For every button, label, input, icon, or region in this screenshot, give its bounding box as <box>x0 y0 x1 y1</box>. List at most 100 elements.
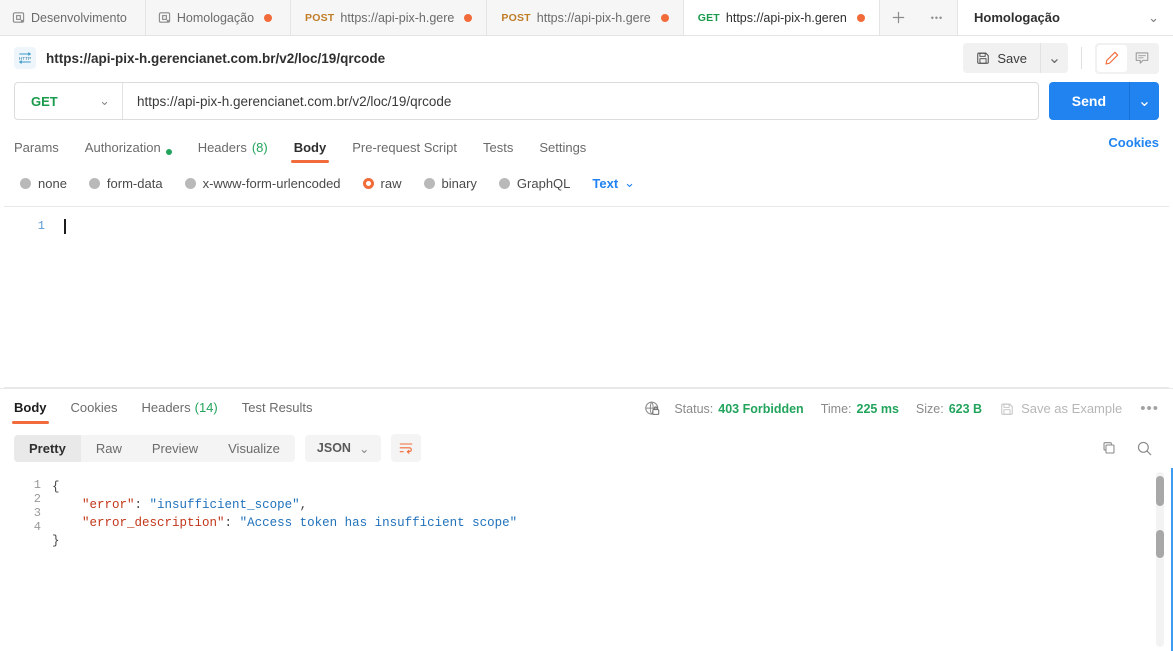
tab-label: Headers <box>197 139 247 155</box>
response-tab-test-results[interactable]: Test Results <box>242 390 313 428</box>
comment-icon <box>1134 50 1150 66</box>
tab-request-post-1[interactable]: POST https://api-pix-h.gere <box>291 0 488 35</box>
tab-list-more-button[interactable]: ••• <box>916 0 958 35</box>
size-value: 623 B <box>948 401 983 416</box>
tab-headers[interactable]: Headers (8) <box>198 130 268 163</box>
body-type-none[interactable]: none <box>20 176 67 191</box>
cookies-link[interactable]: Cookies <box>1108 135 1159 158</box>
chevron-down-icon: ⌄ <box>1047 50 1062 67</box>
tab-authorization[interactable]: Authorization <box>85 130 172 163</box>
tab-tests[interactable]: Tests <box>483 130 513 163</box>
body-type-form-data[interactable]: form-data <box>88 175 163 191</box>
tab-pre-request-script[interactable]: Pre-request Script <box>352 130 457 163</box>
json-line: "error": "insufficient_scope", <box>52 496 1173 514</box>
line-number: 1 <box>33 478 41 492</box>
tab-label: Authorization <box>84 139 161 155</box>
tab-label: https://api-pix-h.gere <box>536 10 651 25</box>
view-mode-raw[interactable]: Raw <box>81 435 137 462</box>
tab-request-get-active[interactable]: GET https://api-pix-h.geren <box>683 0 880 35</box>
response-gutter: 1 2 3 4 <box>0 468 52 651</box>
search-response-button[interactable] <box>1129 434 1159 462</box>
tab-label: Desenvolvimento <box>31 10 127 25</box>
status-badge: 403 Forbidden <box>718 401 804 416</box>
wrap-text-button[interactable] <box>391 434 422 462</box>
send-button[interactable]: Send <box>1048 82 1129 120</box>
unsaved-indicator-dot <box>660 13 669 22</box>
tab-label: https://api-pix-h.gere <box>340 10 455 25</box>
tab-label: https://api-pix-h.geren <box>725 10 847 25</box>
url-input[interactable] <box>123 83 1038 119</box>
tab-request-post-2[interactable]: POST https://api-pix-h.gere <box>487 0 684 35</box>
body-type-urlencoded[interactable]: x-www-form-urlencoded <box>184 176 341 191</box>
radio-icon-selected <box>362 177 374 189</box>
tab-params[interactable]: Params <box>14 130 59 163</box>
collection-icon <box>158 11 171 24</box>
body-type-raw[interactable]: raw <box>362 176 402 191</box>
request-body-editor[interactable]: 1 <box>4 206 1169 388</box>
response-body-panel[interactable]: 1 2 3 4 { "error": "insufficient_scope",… <box>0 468 1173 651</box>
tab-homologacao[interactable]: Homologação <box>145 0 292 35</box>
response-tab-body[interactable]: Body <box>12 390 48 428</box>
line-number: 2 <box>33 492 41 506</box>
line-number: 3 <box>33 506 41 520</box>
save-button[interactable]: Save <box>963 43 1040 73</box>
response-header-bar: Body Cookies Headers (14) Test Results S… <box>0 388 1173 428</box>
view-mode-preview[interactable]: Preview <box>137 435 213 462</box>
raw-format-selector[interactable]: Text ⌄ <box>592 175 635 191</box>
view-mode-pretty[interactable]: Pretty <box>14 434 81 462</box>
http-method-selector[interactable]: GET ⌄ <box>15 83 123 119</box>
response-tab-cookies[interactable]: Cookies <box>71 390 118 428</box>
response-more-options-button[interactable]: ••• <box>1136 400 1159 417</box>
send-options-caret[interactable]: ⌄ <box>1129 82 1159 120</box>
scrollbar-thumb-upper[interactable] <box>1156 476 1164 506</box>
view-mode-visualize[interactable]: Visualize <box>213 435 295 462</box>
save-as-example-button[interactable]: Save as Example <box>1000 401 1122 416</box>
environment-name: Homologação <box>974 10 1060 25</box>
plus-icon <box>892 11 905 24</box>
new-tab-button[interactable] <box>879 0 917 35</box>
body-type-binary[interactable]: binary <box>423 175 477 191</box>
body-type-options: none form-data x-www-form-urlencoded raw… <box>0 164 1173 196</box>
option-label: form-data <box>106 175 163 191</box>
radio-icon <box>184 177 196 189</box>
tab-body[interactable]: Body <box>290 130 329 163</box>
tab-bar: Desenvolvimento Homologação POST https:/… <box>0 0 1173 36</box>
chevron-down-icon: ⌄ <box>1148 9 1159 25</box>
authorization-status-dot <box>165 148 172 155</box>
comments-button[interactable] <box>1127 45 1157 72</box>
tab-desenvolvimento[interactable]: Desenvolvimento <box>0 0 146 35</box>
line-number: 1 <box>37 219 45 233</box>
request-editor-content[interactable] <box>56 207 1169 387</box>
response-tab-headers[interactable]: Headers (14) <box>141 390 217 428</box>
tab-settings[interactable]: Settings <box>539 130 586 163</box>
option-label: binary <box>441 175 477 191</box>
response-scrollbar[interactable] <box>1156 472 1164 647</box>
response-view-mode-group: Pretty Raw Preview Visualize <box>14 434 295 462</box>
chevron-down-icon: ⌄ <box>358 441 370 456</box>
edit-mode-button[interactable] <box>1097 44 1127 72</box>
floppy-disk-icon <box>976 51 990 65</box>
unsaved-indicator-dot <box>856 13 865 22</box>
status-label: Status: <box>674 401 714 416</box>
json-line: "error_description": "Access token has i… <box>52 514 1173 532</box>
time-value: 225 ms <box>856 401 899 416</box>
tab-label: Tests <box>482 139 514 155</box>
save-options-caret[interactable]: ⌄ <box>1040 43 1068 73</box>
json-key: "error_description" <box>82 516 225 530</box>
response-format-selector[interactable]: JSON ⌄ <box>304 434 382 462</box>
svg-text:HTTP: HTTP <box>19 56 32 62</box>
send-button-group: Send ⌄ <box>1048 82 1159 120</box>
json-value: "insufficient_scope" <box>149 498 300 512</box>
request-url-bar: GET ⌄ Send ⌄ <box>0 82 1173 120</box>
scrollbar-thumb-lower[interactable] <box>1156 530 1164 558</box>
save-button-label: Save <box>997 50 1027 66</box>
environment-selector[interactable]: Homologação ⌄ <box>958 0 1173 35</box>
copy-icon <box>1101 440 1117 456</box>
body-type-graphql[interactable]: GraphQL <box>498 176 570 191</box>
json-line: { <box>52 478 1173 496</box>
json-punctuation: : <box>134 498 150 512</box>
line-number: 4 <box>33 520 41 534</box>
copy-response-button[interactable] <box>1094 434 1124 462</box>
save-button-group: Save ⌄ <box>963 43 1068 73</box>
tab-label: Settings <box>539 139 587 155</box>
